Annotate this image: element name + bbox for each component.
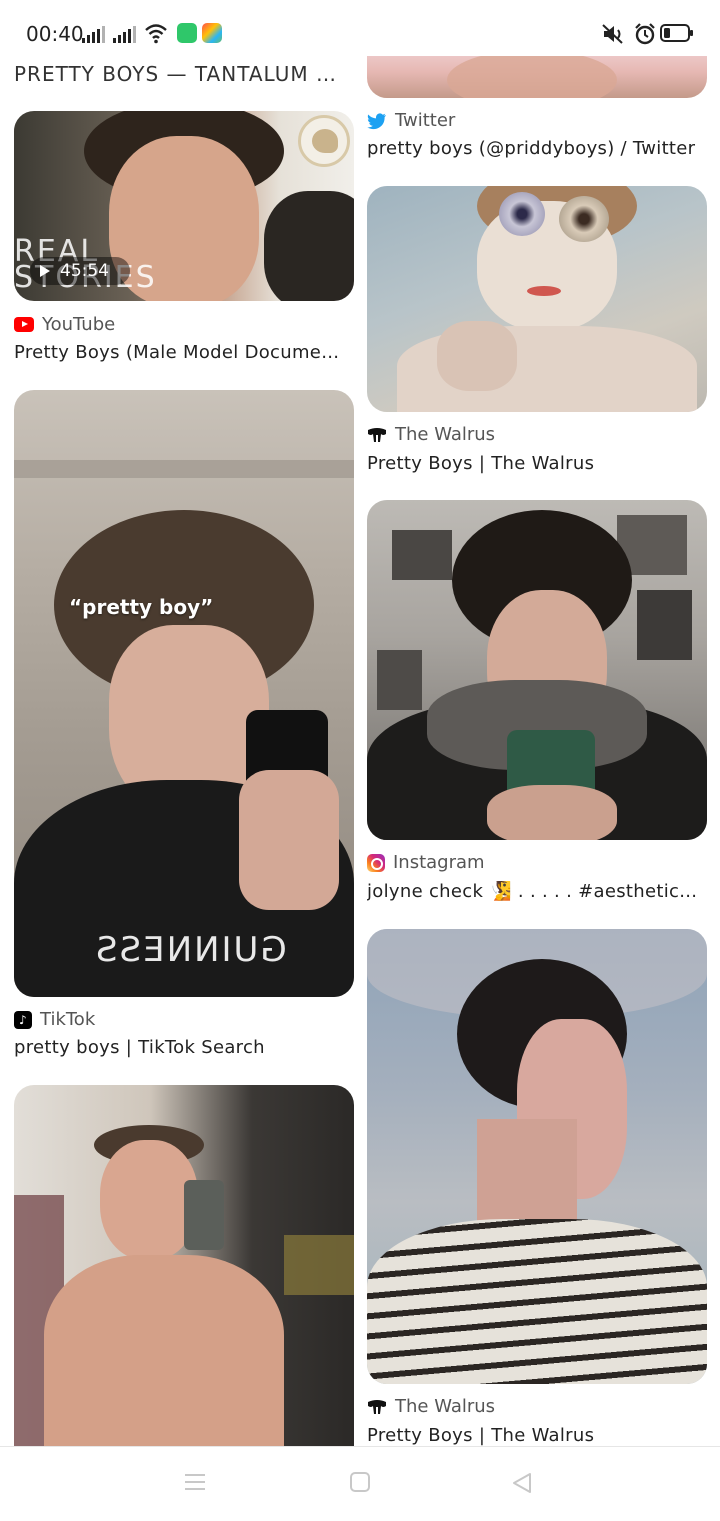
pin-title[interactable]: Pretty Boys | The Walrus <box>367 1425 707 1446</box>
image-caption-overlay: “pretty boy” <box>69 595 214 619</box>
striped-shirt <box>367 1219 707 1384</box>
pin-title[interactable]: Pretty Boys (Male Model Document... <box>14 342 344 363</box>
status-bar: 00:40 <box>0 0 720 56</box>
pin-title[interactable]: pretty boys | TikTok Search <box>14 1037 344 1058</box>
chat-app-icon <box>177 23 197 43</box>
instagram-icon <box>367 853 385 872</box>
wifi-icon <box>145 24 167 44</box>
pin-image-video[interactable]: REAL STORIES 45:54 <box>14 111 354 301</box>
status-time: 00:40 <box>26 22 84 46</box>
walrus-icon <box>368 1399 386 1414</box>
alarm-icon <box>635 23 655 45</box>
walrus-icon <box>368 427 386 442</box>
pin-source-twitter[interactable]: Twitter <box>367 110 455 131</box>
pin-title-top[interactable]: PRETTY BOYS — TANTALUM MA... <box>14 62 344 86</box>
video-duration: 45:54 <box>30 257 130 285</box>
shop-app-icon <box>202 23 222 43</box>
signal-icon <box>82 26 105 43</box>
pin-title[interactable]: jolyne check 🧏 . . . . . #aesthetic... <box>367 881 707 902</box>
pin-image[interactable]: “pretty boy” GUINNESS <box>14 390 354 997</box>
pin-source-walrus[interactable]: The Walrus <box>367 424 495 445</box>
pin-source-instagram[interactable]: Instagram <box>367 852 485 873</box>
pin-source-tiktok[interactable]: ♪ TikTok <box>14 1009 95 1030</box>
twitter-icon <box>367 112 386 129</box>
tiktok-icon: ♪ <box>14 1010 32 1029</box>
youtube-icon <box>14 317 34 332</box>
pin-source-youtube[interactable]: YouTube <box>14 314 115 335</box>
menu-icon[interactable] <box>183 1471 207 1493</box>
pin-image[interactable] <box>367 186 707 412</box>
shirt-text: GUINNESS <box>94 930 287 970</box>
pin-image[interactable] <box>367 500 707 840</box>
flower-eye <box>559 196 609 242</box>
pin-image[interactable] <box>367 929 707 1384</box>
pin-source-walrus[interactable]: The Walrus <box>367 1396 495 1417</box>
home-icon[interactable] <box>349 1471 371 1493</box>
brain-icon <box>298 115 350 167</box>
mute-icon <box>602 24 623 44</box>
signal-icon <box>113 26 136 43</box>
play-icon <box>40 265 50 277</box>
battery-icon <box>660 24 693 42</box>
navigation-bar <box>0 1446 720 1521</box>
flower-eye <box>499 192 545 236</box>
back-icon[interactable] <box>510 1471 534 1495</box>
pin-title[interactable]: Pretty Boys | The Walrus <box>367 453 707 474</box>
pin-image[interactable] <box>14 1085 354 1446</box>
pin-title[interactable]: pretty boys (@priddyboys) / Twitter <box>367 138 707 159</box>
